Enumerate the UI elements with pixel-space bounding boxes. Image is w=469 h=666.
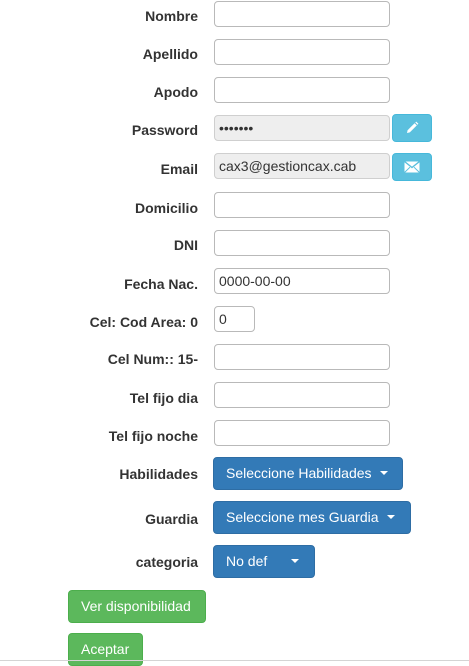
caret-down-icon [379,471,388,476]
apodo-input[interactable] [214,77,390,103]
categoria-dropdown[interactable]: No def [213,545,315,578]
nombre-input[interactable] [214,1,390,27]
envelope-icon [404,161,420,173]
guardia-dropdown-label: Seleccione mes Guardia [226,509,379,525]
apodo-label: Apodo [153,84,198,100]
categoria-label: categoria [135,554,198,570]
cel-num-label: Cel Num:: 15- [107,351,198,367]
tel-noche-label: Tel fijo noche [108,428,198,444]
dni-input[interactable] [214,230,390,256]
divider [0,660,469,661]
pencil-icon [407,121,419,133]
fecha-nac-input[interactable]: 0000-00-00 [214,268,390,294]
cod-area-label: Cel: Cod Area: 0 [89,314,198,330]
tel-noche-input[interactable] [214,420,390,446]
email-input: cax3@gestioncax.cab [214,153,390,179]
domicilio-input[interactable] [214,192,390,218]
apellido-label: Apellido [142,46,198,62]
caret-down-icon [386,515,395,520]
fecha-nac-label: Fecha Nac. [124,276,198,292]
cel-num-input[interactable] [214,344,390,370]
password-input: ••••••• [214,115,390,141]
edit-password-button[interactable] [392,114,432,142]
email-button[interactable] [392,153,432,181]
habilidades-dropdown-label: Seleccione Habilidades [226,465,372,481]
email-label: Email [160,161,198,177]
apellido-input[interactable] [214,39,390,65]
domicilio-label: Domicilio [134,200,198,216]
habilidades-dropdown[interactable]: Seleccione Habilidades [213,457,403,490]
nombre-label: Nombre [145,8,198,24]
tel-dia-input[interactable] [214,382,390,408]
habilidades-label: Habilidades [119,466,198,482]
guardia-dropdown[interactable]: Seleccione mes Guardia [213,501,411,534]
password-label: Password [131,122,198,138]
caret-down-icon [291,559,300,564]
categoria-dropdown-label: No def [226,553,268,569]
cod-area-input[interactable]: 0 [214,306,255,332]
guardia-label: Guardia [145,511,198,527]
ver-disponibilidad-button[interactable]: Ver disponibilidad [68,590,206,623]
dni-label: DNI [173,237,198,253]
aceptar-button[interactable]: Aceptar [68,633,143,666]
tel-dia-label: Tel fijo dia [129,390,198,406]
